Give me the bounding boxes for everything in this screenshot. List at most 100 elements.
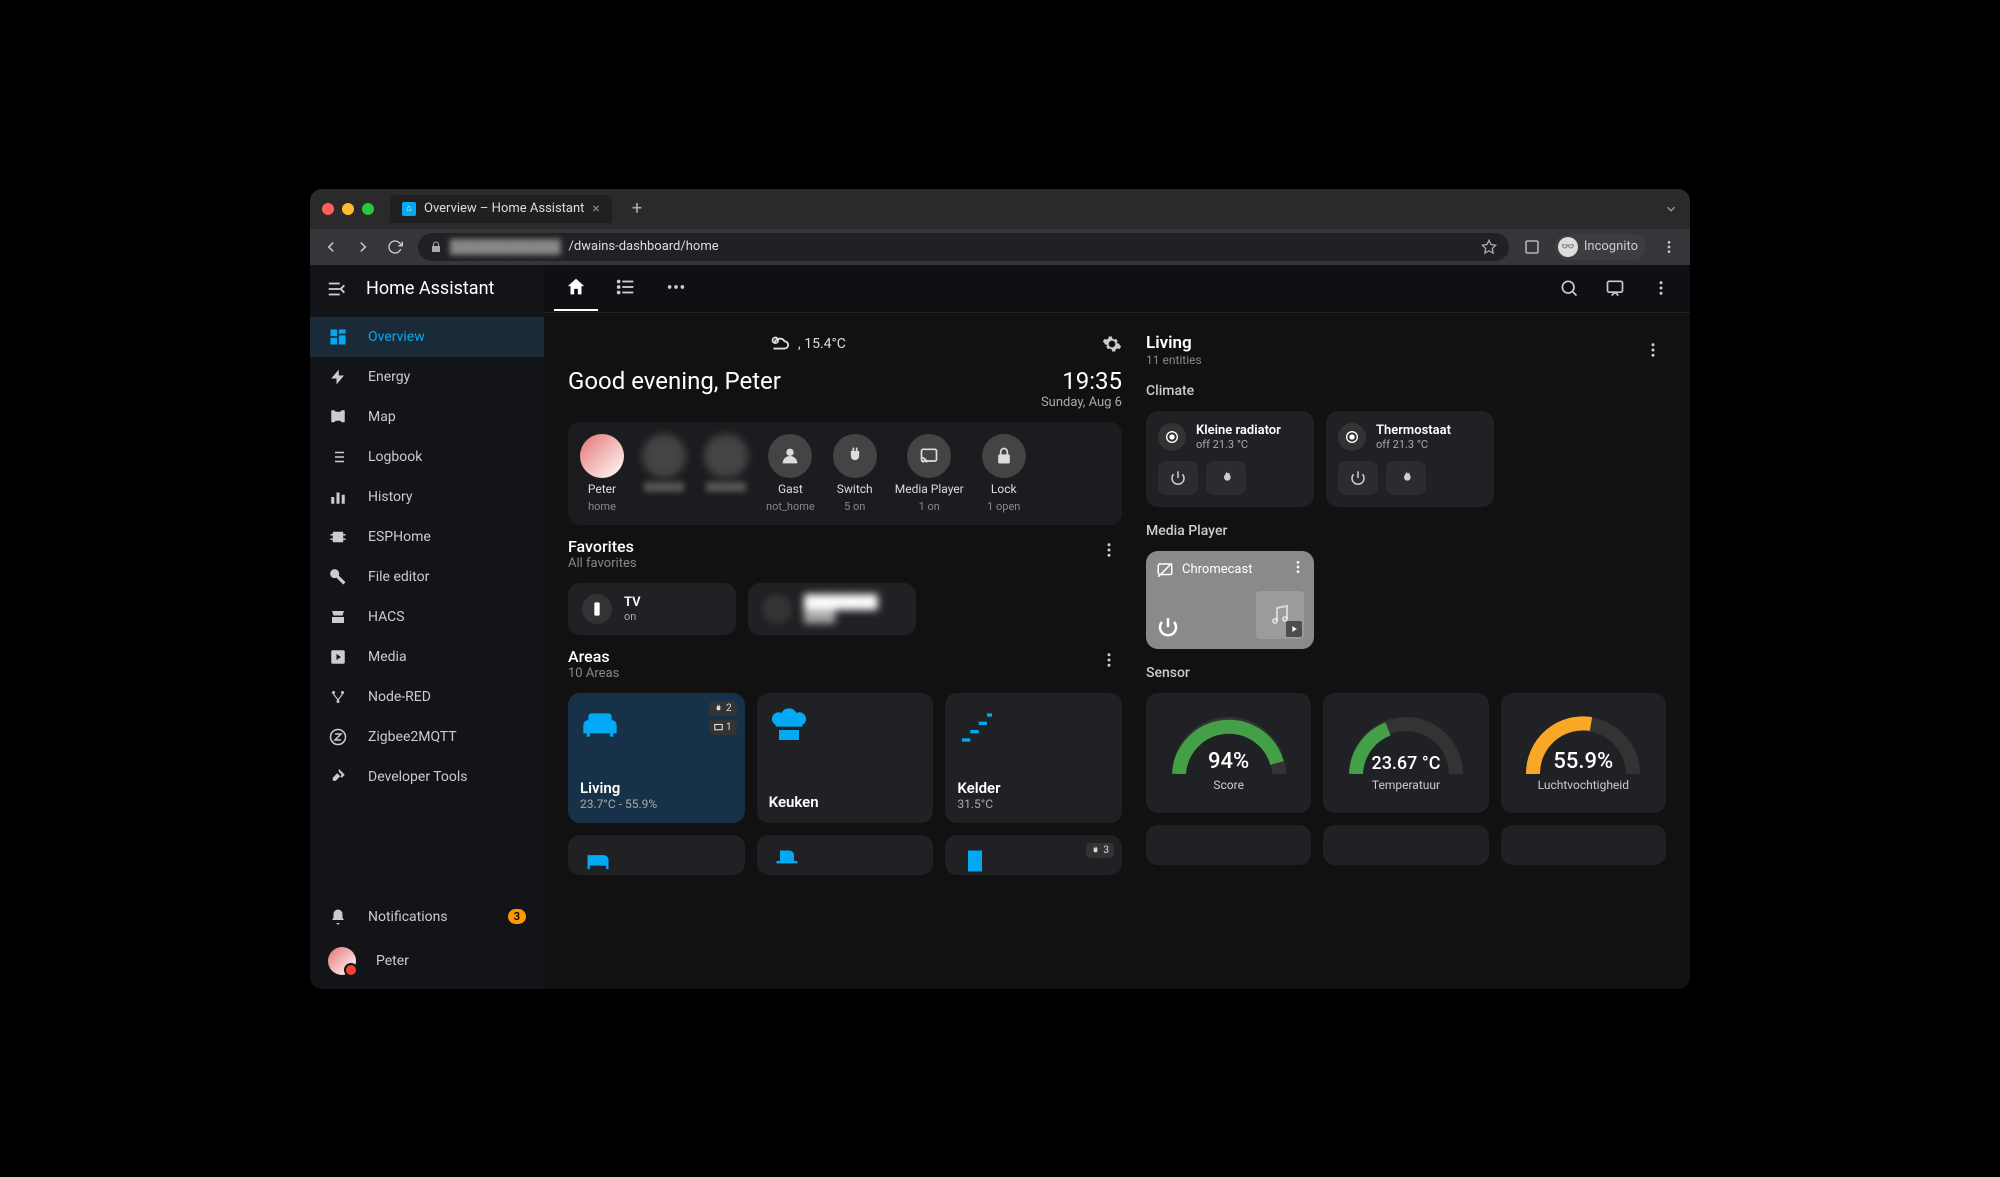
chip-hidden-1[interactable] [642, 434, 686, 513]
menu-collapse-icon[interactable] [326, 278, 348, 300]
extension-icon[interactable] [1523, 238, 1541, 256]
tab-home[interactable] [554, 265, 598, 311]
room-menu-button[interactable] [1640, 337, 1666, 363]
clock-time: 19:35 [1041, 367, 1122, 395]
chip-state: home [588, 500, 616, 513]
chip-gast[interactable]: Gastnot_home [766, 434, 815, 513]
assist-button[interactable] [1596, 269, 1634, 307]
window-close[interactable] [322, 203, 334, 215]
sidebar-item-overview[interactable]: Overview [310, 317, 544, 357]
chip-label: Lock [991, 482, 1017, 496]
favorite-card-hidden[interactable]: ████████████ [748, 583, 916, 635]
nav-forward-icon[interactable] [354, 238, 372, 256]
areas-menu-button[interactable] [1096, 647, 1122, 673]
tab-list[interactable] [604, 265, 648, 311]
area-card-living[interactable]: 2 1 Living23.7°C - 55.9% [568, 693, 745, 823]
area-card-4[interactable] [568, 835, 745, 875]
chip-state [644, 482, 684, 492]
sensor-card-temp[interactable]: 23.67 °C Temperatuur [1323, 693, 1488, 813]
area-card-5[interactable] [757, 835, 934, 875]
window-maximize[interactable] [362, 203, 374, 215]
climate-power-button[interactable] [1158, 461, 1198, 495]
incognito-badge[interactable]: 👓 Incognito [1555, 234, 1646, 260]
tab-more[interactable] [654, 265, 698, 311]
favorites-menu-button[interactable] [1096, 537, 1122, 563]
room-subtitle: 11 entities [1146, 353, 1202, 367]
nav-back-icon[interactable] [322, 238, 340, 256]
sensor-card-6[interactable] [1501, 825, 1666, 865]
sidebar: Home Assistant Overview Energy Map Logbo… [310, 265, 544, 989]
sidebar-item-user[interactable]: Peter [310, 937, 544, 985]
new-tab-button[interactable]: + [632, 198, 642, 219]
climate-card-thermostaat[interactable]: Thermostaatoff 21.3 °C [1326, 411, 1494, 507]
chip-peter[interactable]: Peter home [580, 434, 624, 513]
sensor-card-5[interactable] [1323, 825, 1488, 865]
chip-state: 1 open [987, 500, 1020, 513]
bookmark-icon[interactable] [1481, 239, 1497, 255]
climate-power-button[interactable] [1338, 461, 1378, 495]
clock: 19:35 Sunday, Aug 6 [1041, 367, 1122, 410]
chip-lock[interactable]: Lock 1 open [982, 434, 1026, 513]
chip-media[interactable]: Media Player1 on [895, 434, 964, 513]
url-host: ████████████ [450, 239, 561, 255]
plug-badge: 2 [709, 701, 737, 716]
window-minimize[interactable] [342, 203, 354, 215]
nav-reload-icon[interactable] [386, 238, 404, 256]
area-name: Living [580, 779, 733, 797]
chip-state: 1 on [919, 500, 940, 513]
sidebar-item-energy[interactable]: Energy [310, 357, 544, 397]
area-card-6[interactable]: 3 [945, 835, 1122, 875]
media-player-card[interactable]: Chromecast [1146, 551, 1314, 649]
media-power-button[interactable] [1156, 615, 1180, 639]
sidebar-item-zigbee[interactable]: Zigbee2MQTT [310, 717, 544, 757]
favorite-label: TV [624, 595, 641, 610]
history-icon [328, 487, 348, 507]
sensor-card-4[interactable] [1146, 825, 1311, 865]
bed-icon [580, 847, 733, 875]
clock-date: Sunday, Aug 6 [1041, 395, 1122, 410]
sidebar-item-file-editor[interactable]: File editor [310, 557, 544, 597]
sidebar-item-hacs[interactable]: HACS [310, 597, 544, 637]
plug-badge: 3 [1086, 843, 1114, 858]
area-card-kelder[interactable]: Kelder31.5°C [945, 693, 1122, 823]
power-icon [1169, 469, 1187, 487]
close-tab-icon[interactable]: × [592, 201, 599, 217]
sidebar-item-media[interactable]: Media [310, 637, 544, 677]
sidebar-item-logbook[interactable]: Logbook [310, 437, 544, 477]
climate-heat-button[interactable] [1386, 461, 1426, 495]
topbar-menu-button[interactable] [1642, 269, 1680, 307]
sidebar-item-map[interactable]: Map [310, 397, 544, 437]
cast-icon [907, 434, 951, 478]
media-player-menu[interactable] [1290, 559, 1306, 575]
sidebar-item-devtools[interactable]: Developer Tools [310, 757, 544, 797]
sidebar-item-notifications[interactable]: Notifications 3 [310, 897, 544, 937]
climate-heat-button[interactable] [1206, 461, 1246, 495]
chip-label: Peter [588, 482, 616, 496]
areas-title: Areas [568, 647, 619, 666]
search-button[interactable] [1550, 269, 1588, 307]
sidebar-item-label: Media [368, 649, 407, 665]
climate-card-radiator[interactable]: Kleine radiatoroff 21.3 °C [1146, 411, 1314, 507]
sensor-card-humidity[interactable]: 55.9% Luchtvochtigheid [1501, 693, 1666, 813]
settings-button[interactable] [1102, 334, 1122, 354]
chip-switch[interactable]: Switch5 on [833, 434, 877, 513]
browser-menu-icon[interactable] [1660, 238, 1678, 256]
sidebar-item-history[interactable]: History [310, 477, 544, 517]
sensor-card-score[interactable]: 94% Score [1146, 693, 1311, 813]
chip-hidden-2[interactable] [704, 434, 748, 513]
weather-temp: , 15.4°C [798, 336, 846, 352]
area-card-keuken[interactable]: Keuken [757, 693, 934, 823]
tab-list-chevron-icon[interactable] [1664, 202, 1678, 216]
nodes-icon [328, 687, 348, 707]
climate-state: off 21.3 °C [1196, 438, 1281, 451]
sidebar-item-nodered[interactable]: Node-RED [310, 677, 544, 717]
weather-chip[interactable]: , 15.4°C [768, 333, 846, 355]
favorite-card-tv[interactable]: TVon [568, 583, 736, 635]
sidebar-item-label: Node-RED [368, 689, 431, 705]
sidebar-item-esphome[interactable]: ESPHome [310, 517, 544, 557]
user-avatar-icon [328, 947, 356, 975]
address-bar[interactable]: ████████████/dwains-dashboard/home [418, 233, 1509, 261]
map-icon [328, 407, 348, 427]
sidebar-item-label: ESPHome [368, 529, 431, 545]
browser-tab[interactable]: ⌂ Overview – Home Assistant × [390, 195, 612, 223]
